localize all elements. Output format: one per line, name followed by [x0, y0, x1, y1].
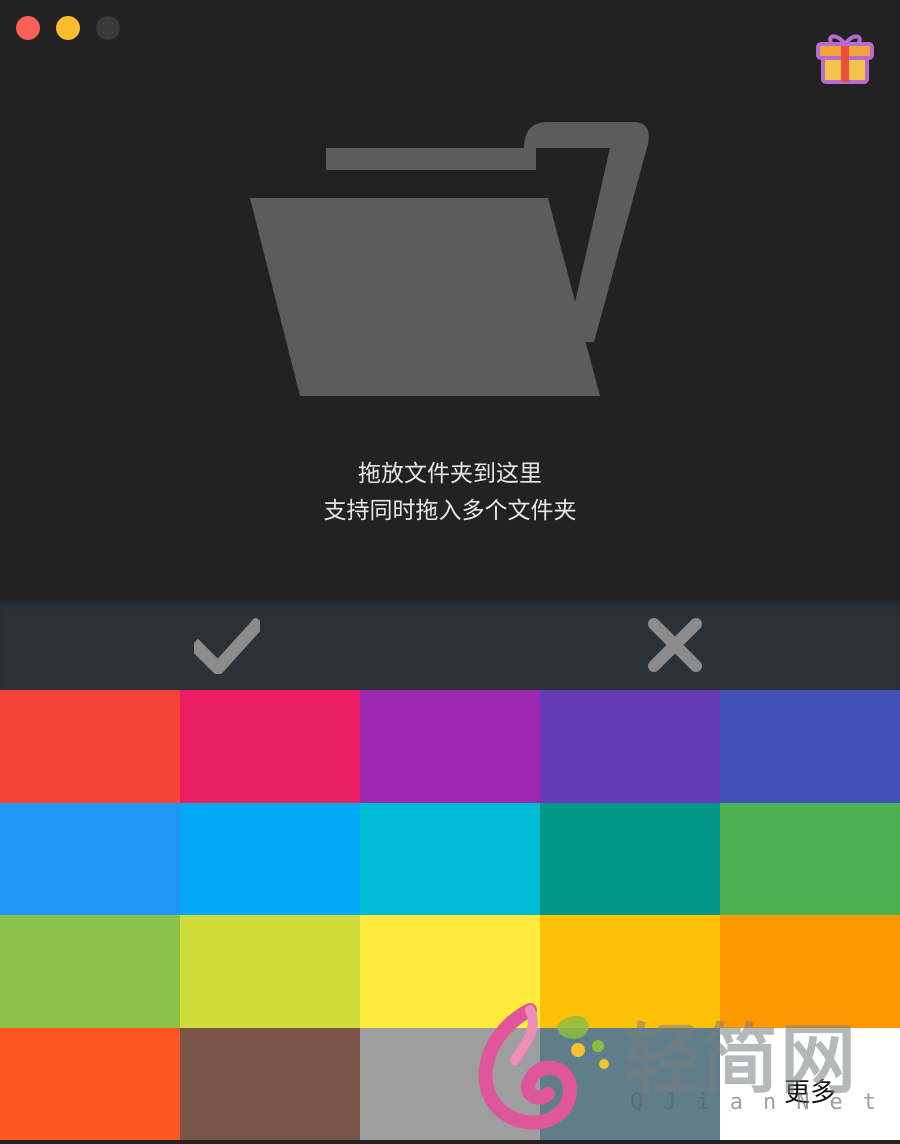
- color-swatch[interactable]: [0, 690, 180, 803]
- more-colors-label: 更多: [783, 1077, 836, 1108]
- color-swatch[interactable]: [0, 915, 180, 1028]
- folder-drop-zone[interactable]: 拖放文件夹到这里 支持同时拖入多个文件夹: [0, 0, 900, 600]
- cancel-button[interactable]: [450, 600, 900, 690]
- color-swatch[interactable]: [540, 1027, 720, 1140]
- color-swatch[interactable]: [180, 690, 360, 803]
- color-swatch[interactable]: [180, 802, 360, 915]
- color-swatch[interactable]: [540, 915, 720, 1028]
- color-swatch[interactable]: [0, 802, 180, 915]
- folder-open-icon: [250, 122, 649, 396]
- checkmark-icon: [194, 618, 260, 674]
- drop-instructions: 拖放文件夹到这里 支持同时拖入多个文件夹: [0, 456, 900, 530]
- confirm-button[interactable]: [0, 600, 450, 690]
- color-swatch[interactable]: [360, 915, 540, 1028]
- color-swatch[interactable]: [180, 1027, 360, 1140]
- drop-instruction-line-1: 拖放文件夹到这里: [358, 461, 542, 487]
- drop-instruction-line-2: 支持同时拖入多个文件夹: [323, 498, 577, 524]
- close-icon: [648, 618, 702, 672]
- color-swatch[interactable]: [360, 690, 540, 803]
- color-swatch[interactable]: [540, 690, 720, 803]
- color-swatch[interactable]: [180, 915, 360, 1028]
- color-swatch[interactable]: [720, 690, 900, 803]
- action-bar: [0, 600, 900, 690]
- color-swatch[interactable]: [720, 915, 900, 1028]
- more-colors-button[interactable]: 更多: [720, 1027, 900, 1140]
- color-palette: 更多: [0, 690, 900, 1140]
- color-swatch[interactable]: [360, 1027, 540, 1140]
- color-swatch[interactable]: [360, 802, 540, 915]
- color-swatch[interactable]: [0, 1027, 180, 1140]
- app-window: 拖放文件夹到这里 支持同时拖入多个文件夹 更多 轻简网 QJianNet: [0, 0, 900, 1140]
- color-swatch[interactable]: [540, 802, 720, 915]
- color-swatch[interactable]: [720, 802, 900, 915]
